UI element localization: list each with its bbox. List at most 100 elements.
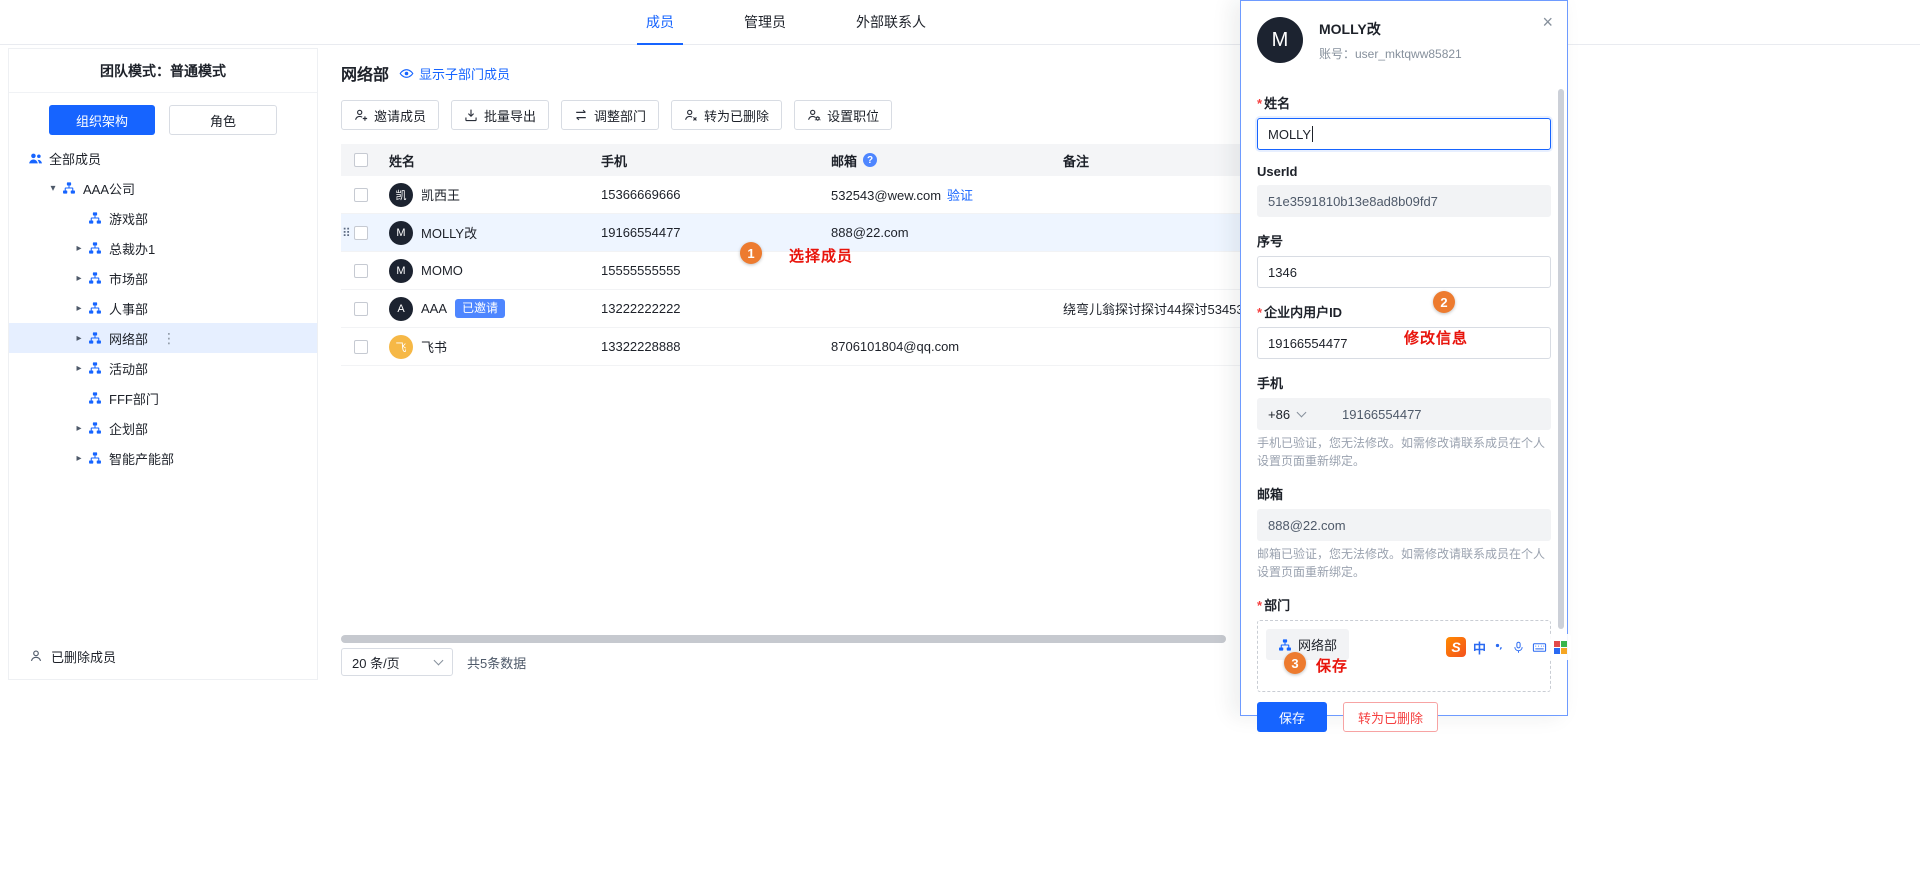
roles-button[interactable]: 角色 [169,105,277,135]
member-name-cell: MOLLY改 [421,223,477,242]
row-checkbox[interactable] [354,340,368,354]
serial-input[interactable]: 1346 [1257,256,1551,288]
page-size-select[interactable]: 20 条/页 [341,648,453,676]
download-icon [464,108,478,122]
tab-external-contacts[interactable]: 外部联系人 [856,0,926,45]
phone-help-text: 手机已验证，您无法修改。如需修改请联系成员在个人设置页面重新绑定。 [1257,434,1551,470]
pagination: 20 条/页 共5条数据 [341,648,526,676]
org-icon [87,390,103,406]
member-name-cell: 飞书 [421,337,447,356]
drag-handle-icon[interactable]: ⠿ [342,226,351,240]
email-cell: 532543@wew.com验证 [823,185,1055,204]
person-set-icon [807,108,821,122]
table-row[interactable]: 凯凯西王15366669666532543@wew.com验证 [341,176,1240,214]
main-header: 网络部 显示子部门成员 [335,60,1240,86]
caret-right-icon[interactable]: ▸ [71,423,87,434]
table-row[interactable]: 飞飞书133222288888706101804@qq.com [341,328,1240,366]
name-field-label: 姓名 [1264,96,1290,111]
name-input[interactable]: MOLLY [1257,118,1551,150]
deleted-members-link[interactable]: 已删除成员 [9,641,317,671]
ime-chinese-mode[interactable]: 中 [1473,638,1486,657]
set-position-button[interactable]: 设置职位 [794,100,892,130]
people-icon [27,150,43,166]
row-checkbox[interactable] [354,188,368,202]
org-icon [87,210,103,226]
caret-right-icon[interactable]: ▸ [71,273,87,284]
org-icon [87,420,103,436]
caret-right-icon[interactable]: ▸ [71,243,87,254]
sidebar: 团队模式：普通模式 组织架构 角色 全部成员▾AAA公司游戏部▸总裁办1▸市场部… [8,48,318,680]
toolbar: 邀请成员批量导出调整部门转为已删除设置职位 [341,100,1240,130]
horizontal-scrollbar[interactable] [341,635,1226,643]
adjust-department-button[interactable]: 调整部门 [561,100,659,130]
move-to-deleted-button[interactable]: 转为已删除 [1343,702,1438,732]
avatar: M [1257,17,1303,63]
caret-right-icon[interactable]: ▸ [71,363,87,374]
select-all-checkbox[interactable] [354,153,368,167]
row-checkbox[interactable] [354,302,368,316]
tree-item-hr-dept[interactable]: ▸人事部 [9,293,317,323]
caret-down-icon[interactable]: ▾ [45,183,61,194]
keyboard-icon[interactable] [1532,640,1547,655]
tree-item-activity-dept[interactable]: ▸活动部 [9,353,317,383]
tree-item-planning-dept[interactable]: ▸企划部 [9,413,317,443]
tree-item-game-dept[interactable]: 游戏部 [9,203,317,233]
remark-cell: 绕弯儿翁探讨探讨44探讨534534543543 [1055,299,1240,318]
invite-member-button[interactable]: 邀请成员 [341,100,439,130]
total-count: 共5条数据 [467,653,526,672]
ime-punct-icon[interactable] [1493,641,1505,653]
country-code-select[interactable]: +86 [1268,407,1326,422]
vertical-scrollbar[interactable] [1558,89,1564,629]
tab-members[interactable]: 成员 [646,0,674,45]
email-input: 888@22.com [1257,509,1551,541]
org-structure-button[interactable]: 组织架构 [49,105,155,135]
close-icon[interactable]: × [1542,13,1553,31]
tree-item-fff-dept[interactable]: FFF部门 [9,383,317,413]
member-account: 账号：user_mktqww85821 [1319,45,1462,62]
avatar: M [389,259,413,283]
move-to-deleted-button[interactable]: 转为已删除 [671,100,782,130]
member-name: MOLLY改 [1319,19,1462,39]
phone-cell: 13222222222 [593,301,823,316]
team-mode-label: 团队模式：普通模式 [9,49,317,93]
sogou-logo-icon[interactable]: S [1446,637,1466,657]
tree-item-market-dept[interactable]: ▸市场部 [9,263,317,293]
table-row[interactable]: AAAA已邀请13222222222绕弯儿翁探讨探讨44探讨5345345435… [341,290,1240,328]
userid-input: 51e3591810b13e8ad8b09fd7 [1257,185,1551,217]
invited-badge: 已邀请 [455,299,505,318]
phone-cell: 19166554477 [593,225,823,240]
avatar: A [389,297,413,321]
tree-item-ceo-office-1[interactable]: ▸总裁办1 [9,233,317,263]
page-title: 网络部 [341,61,389,85]
more-actions-icon[interactable]: ⋮ [162,331,176,345]
save-button[interactable]: 保存 [1257,702,1327,732]
org-icon [87,270,103,286]
batch-export-button[interactable]: 批量导出 [451,100,549,130]
tree-item-smart-capacity-dept[interactable]: ▸智能产能部 [9,443,317,473]
tree-item-network-dept[interactable]: ▸网络部⋮ [9,323,317,353]
serial-value: 1346 [1268,265,1297,280]
caret-right-icon[interactable]: ▸ [71,453,87,464]
userid-field-label: UserId [1257,164,1551,179]
mic-icon[interactable] [1512,641,1525,654]
row-checkbox[interactable] [354,264,368,278]
ime-grid-icon[interactable] [1554,641,1567,654]
tree-item-all-members[interactable]: 全部成员 [9,143,317,173]
row-checkbox[interactable] [354,226,368,240]
show-sub-department-link[interactable]: 显示子部门成员 [399,64,510,83]
org-icon [87,330,103,346]
verify-link[interactable]: 验证 [947,188,973,203]
required-star: * [1257,305,1262,320]
topbar-tabs: 成员 管理员 外部联系人 [646,0,926,45]
caret-right-icon[interactable]: ▸ [71,333,87,344]
tab-admins[interactable]: 管理员 [744,0,786,45]
caret-right-icon[interactable]: ▸ [71,303,87,314]
table-header: 姓名手机邮箱?备注 [341,144,1240,176]
member-name-cell: MOMO [421,263,463,278]
org-icon [1278,638,1292,652]
member-name-cell: AAA [421,301,447,316]
tree-item-aaa-company[interactable]: ▾AAA公司 [9,173,317,203]
help-icon[interactable]: ? [863,153,877,167]
chevron-down-icon [1297,407,1307,417]
department-tag-label: 网络部 [1298,635,1337,654]
